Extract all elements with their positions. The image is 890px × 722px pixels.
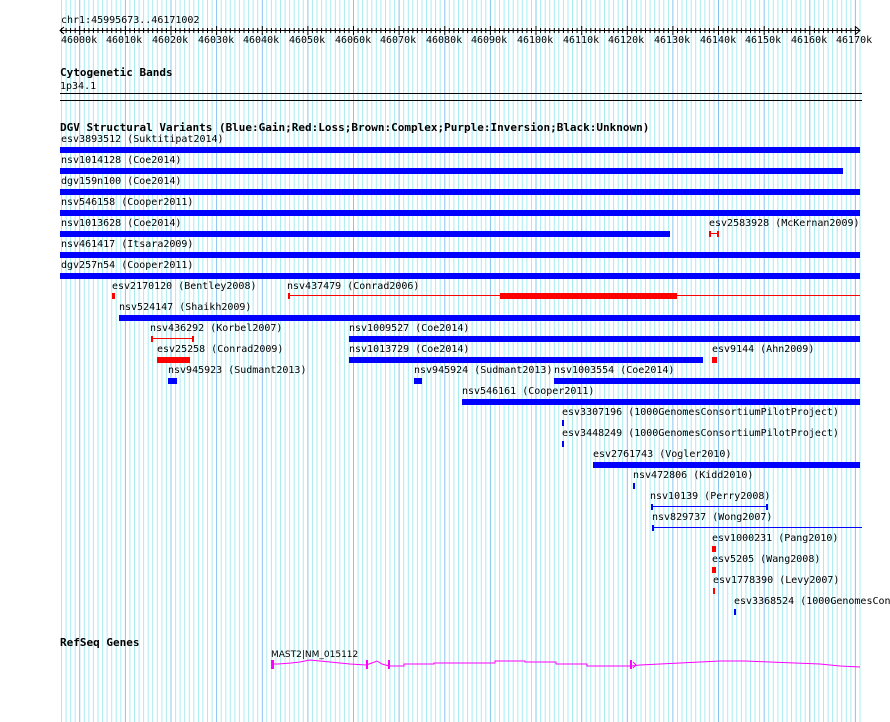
gene-model-mast2[interactable] (0, 0, 890, 722)
gene-exon (366, 660, 368, 669)
gene-intron-line (272, 659, 861, 668)
gene-exon (630, 660, 632, 669)
gene-exon (271, 660, 274, 669)
gene-exon (388, 660, 390, 669)
strand-arrow-icon (632, 661, 637, 669)
